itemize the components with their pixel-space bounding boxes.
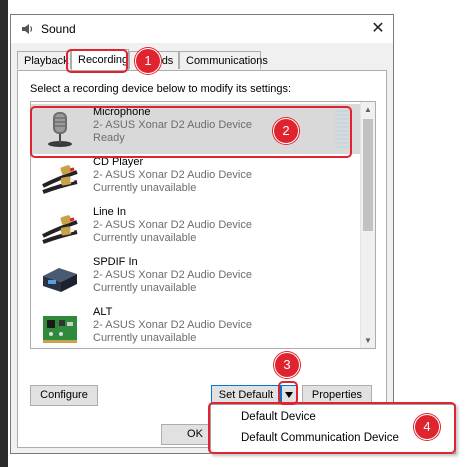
configure-button[interactable]: Configure <box>30 385 98 406</box>
rca-cable-icon <box>42 215 78 244</box>
spdif-box-icon <box>43 268 77 292</box>
device-adapter: 2- ASUS Xonar D2 Audio Device <box>93 319 252 331</box>
close-button[interactable]: ✕ <box>369 20 387 38</box>
device-name: Line In <box>93 206 127 218</box>
set-default-dropdown-arrow[interactable] <box>281 385 297 406</box>
device-adapter: 2- ASUS Xonar D2 Audio Device <box>93 269 252 281</box>
properties-button[interactable]: Properties <box>302 385 372 406</box>
device-status: Currently unavailable <box>93 332 197 344</box>
instruction-text: Select a recording device below to modif… <box>30 83 292 95</box>
sound-dialog: Sound ✕ Playback Recording Sounds Commun… <box>10 14 394 454</box>
level-meter <box>335 110 349 148</box>
device-adapter: 2- ASUS Xonar D2 Audio Device <box>93 219 252 231</box>
device-name: Microphone <box>93 106 151 118</box>
device-item-microphone[interactable]: Microphone 2- ASUS Xonar D2 Audio Device… <box>31 104 361 154</box>
device-status: Currently unavailable <box>93 182 197 194</box>
device-adapter: 2- ASUS Xonar D2 Audio Device <box>93 119 252 131</box>
device-item-alt[interactable]: ALT 2- ASUS Xonar D2 Audio Device Curren… <box>31 304 361 348</box>
device-name: ALT <box>93 306 113 318</box>
rca-cable-icon <box>42 165 78 194</box>
annotation-badge-3: 3 <box>274 352 300 378</box>
annotation-badge-1: 1 <box>135 48 161 74</box>
background-edge <box>0 0 8 467</box>
device-item-spdif-in[interactable]: SPDIF In 2- ASUS Xonar D2 Audio Device C… <box>31 254 361 304</box>
annotation-badge-4: 4 <box>414 414 440 440</box>
device-status: Currently unavailable <box>93 282 197 294</box>
menu-item-default-communication-device[interactable]: Default Communication Device <box>241 432 399 444</box>
microphone-icon <box>48 112 72 147</box>
title-bar[interactable]: Sound ✕ <box>11 15 393 43</box>
device-list[interactable]: Microphone 2- ASUS Xonar D2 Audio Device… <box>30 101 376 349</box>
tab-recording[interactable]: Recording <box>71 49 129 71</box>
scroll-up-arrow-icon[interactable]: ▲ <box>361 102 375 117</box>
scroll-thumb[interactable] <box>363 119 373 231</box>
device-item-cd-player[interactable]: CD Player 2- ASUS Xonar D2 Audio Device … <box>31 154 361 204</box>
device-name: SPDIF In <box>93 256 138 268</box>
annotation-badge-2: 2 <box>273 118 299 144</box>
device-list-scrollbar[interactable]: ▲ ▼ <box>360 102 375 348</box>
tab-communications[interactable]: Communications <box>179 51 268 69</box>
speaker-icon <box>22 24 33 34</box>
device-item-line-in[interactable]: Line In 2- ASUS Xonar D2 Audio Device Cu… <box>31 204 361 254</box>
device-status: Ready <box>93 132 125 144</box>
device-adapter: 2- ASUS Xonar D2 Audio Device <box>93 169 252 181</box>
menu-item-default-device[interactable]: Default Device <box>241 411 316 423</box>
window-title: Sound <box>41 22 76 36</box>
device-status: Currently unavailable <box>93 232 197 244</box>
recording-panel: Select a recording device below to modif… <box>17 70 387 448</box>
device-name: CD Player <box>93 156 144 168</box>
sound-card-icon <box>43 316 77 343</box>
set-default-button[interactable]: Set Default <box>211 385 281 406</box>
tab-playback[interactable]: Playback <box>17 51 71 69</box>
tab-strip: Playback Recording Sounds Communications <box>11 49 393 71</box>
scroll-down-arrow-icon[interactable]: ▼ <box>361 333 375 348</box>
